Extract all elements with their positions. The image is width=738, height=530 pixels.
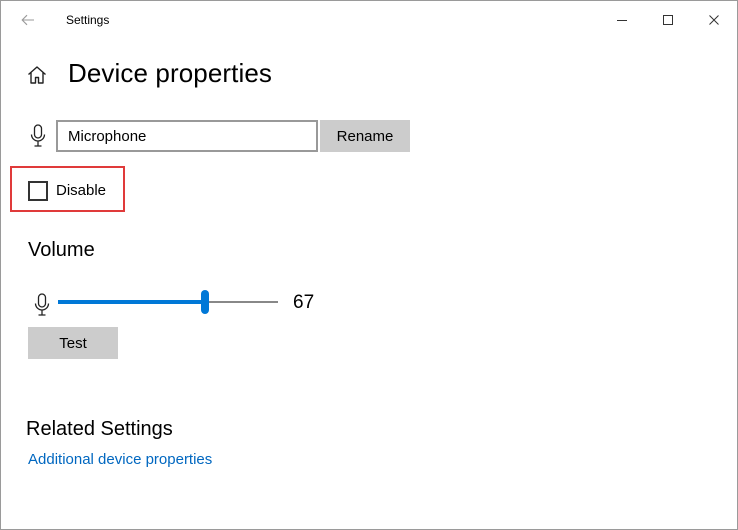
title-bar: Settings bbox=[1, 1, 737, 39]
settings-window: Settings Device properties Rename bbox=[0, 0, 738, 530]
related-settings-heading: Related Settings bbox=[26, 418, 173, 440]
disable-label[interactable]: Disable bbox=[56, 182, 106, 199]
device-name-input[interactable] bbox=[56, 120, 318, 152]
minimize-icon bbox=[617, 20, 627, 21]
close-icon bbox=[709, 15, 719, 25]
volume-heading: Volume bbox=[28, 239, 95, 261]
rename-button[interactable]: Rename bbox=[320, 120, 410, 152]
back-arrow-icon bbox=[21, 14, 34, 26]
page-title: Device properties bbox=[68, 58, 273, 88]
back-button[interactable] bbox=[13, 7, 43, 33]
slider-fill bbox=[58, 300, 206, 304]
test-button[interactable]: Test bbox=[28, 327, 118, 359]
maximize-button[interactable] bbox=[645, 1, 691, 39]
microphone-icon bbox=[34, 293, 50, 317]
home-icon[interactable] bbox=[26, 64, 48, 86]
volume-slider[interactable] bbox=[58, 289, 278, 315]
microphone-icon bbox=[29, 124, 47, 148]
maximize-icon bbox=[663, 15, 673, 25]
minimize-button[interactable] bbox=[599, 1, 645, 39]
slider-thumb[interactable] bbox=[201, 290, 210, 314]
volume-value: 67 bbox=[293, 292, 315, 313]
additional-device-properties-link[interactable]: Additional device properties bbox=[28, 451, 212, 468]
app-title: Settings bbox=[66, 13, 110, 27]
disable-checkbox[interactable] bbox=[28, 181, 48, 201]
close-button[interactable] bbox=[691, 1, 737, 39]
